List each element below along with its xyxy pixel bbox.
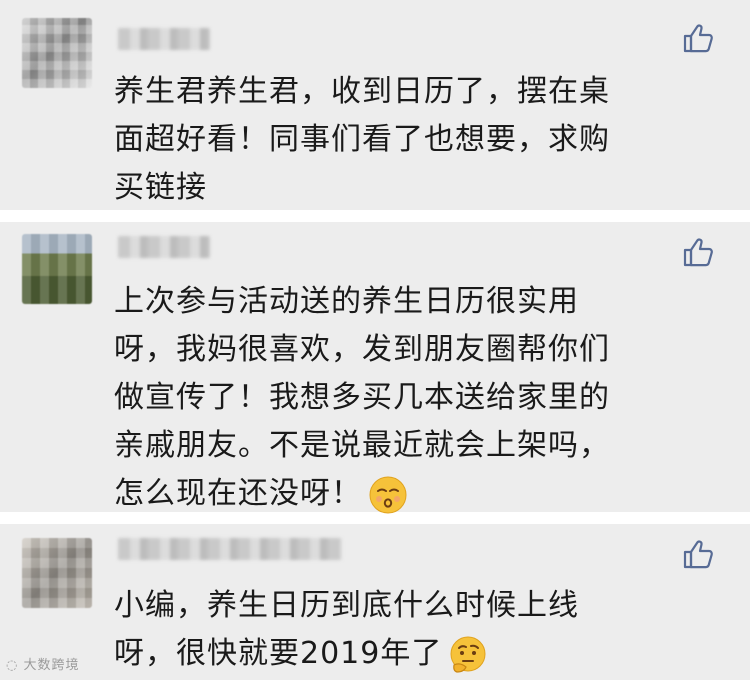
thumbs-up-icon[interactable] — [680, 536, 716, 572]
comment-text: 养生君养生君，收到日历了，摆在桌 面超好看！同事们看了也想要，求购 买链接 — [114, 74, 610, 205]
comment-card: 上次参与活动送的养生日历很实用 呀，我妈很喜欢，发到朋友圈帮你们 做宣传了！我想… — [0, 222, 750, 513]
thinking-face-emoji — [450, 636, 486, 673]
username-blurred[interactable] — [118, 28, 210, 50]
avatar[interactable] — [22, 538, 92, 608]
comment-card: 小编，养生日历到底什么时候上线 呀，很快就要2019年了 — [0, 524, 750, 680]
avatar[interactable] — [22, 18, 92, 88]
kissing-face-emoji — [369, 476, 407, 513]
comment-text: 上次参与活动送的养生日历很实用 呀，我妈很喜欢，发到朋友圈帮你们 做宣传了！我想… — [114, 278, 704, 518]
watermark: ◌ 大数跨境 — [6, 654, 80, 673]
avatar[interactable] — [22, 234, 92, 304]
username-blurred[interactable] — [118, 236, 210, 258]
watermark-logo-icon: ◌ — [6, 658, 24, 673]
watermark-text: 大数跨境 — [23, 658, 80, 673]
comment-text-content: 小编，养生日历到底什么时候上线 呀，很快就要2019年了 — [114, 588, 579, 671]
thumbs-up-icon[interactable] — [680, 234, 716, 270]
comment-text: 小编，养生日历到底什么时候上线 呀，很快就要2019年了 — [114, 582, 704, 678]
username-blurred[interactable] — [118, 538, 342, 560]
thumbs-up-icon[interactable] — [680, 20, 716, 56]
comment-text-content: 上次参与活动送的养生日历很实用 呀，我妈很喜欢，发到朋友圈帮你们 做宣传了！我想… — [114, 284, 610, 511]
comment-card: 养生君养生君，收到日历了，摆在桌 面超好看！同事们看了也想要，求购 买链接 — [0, 0, 750, 210]
